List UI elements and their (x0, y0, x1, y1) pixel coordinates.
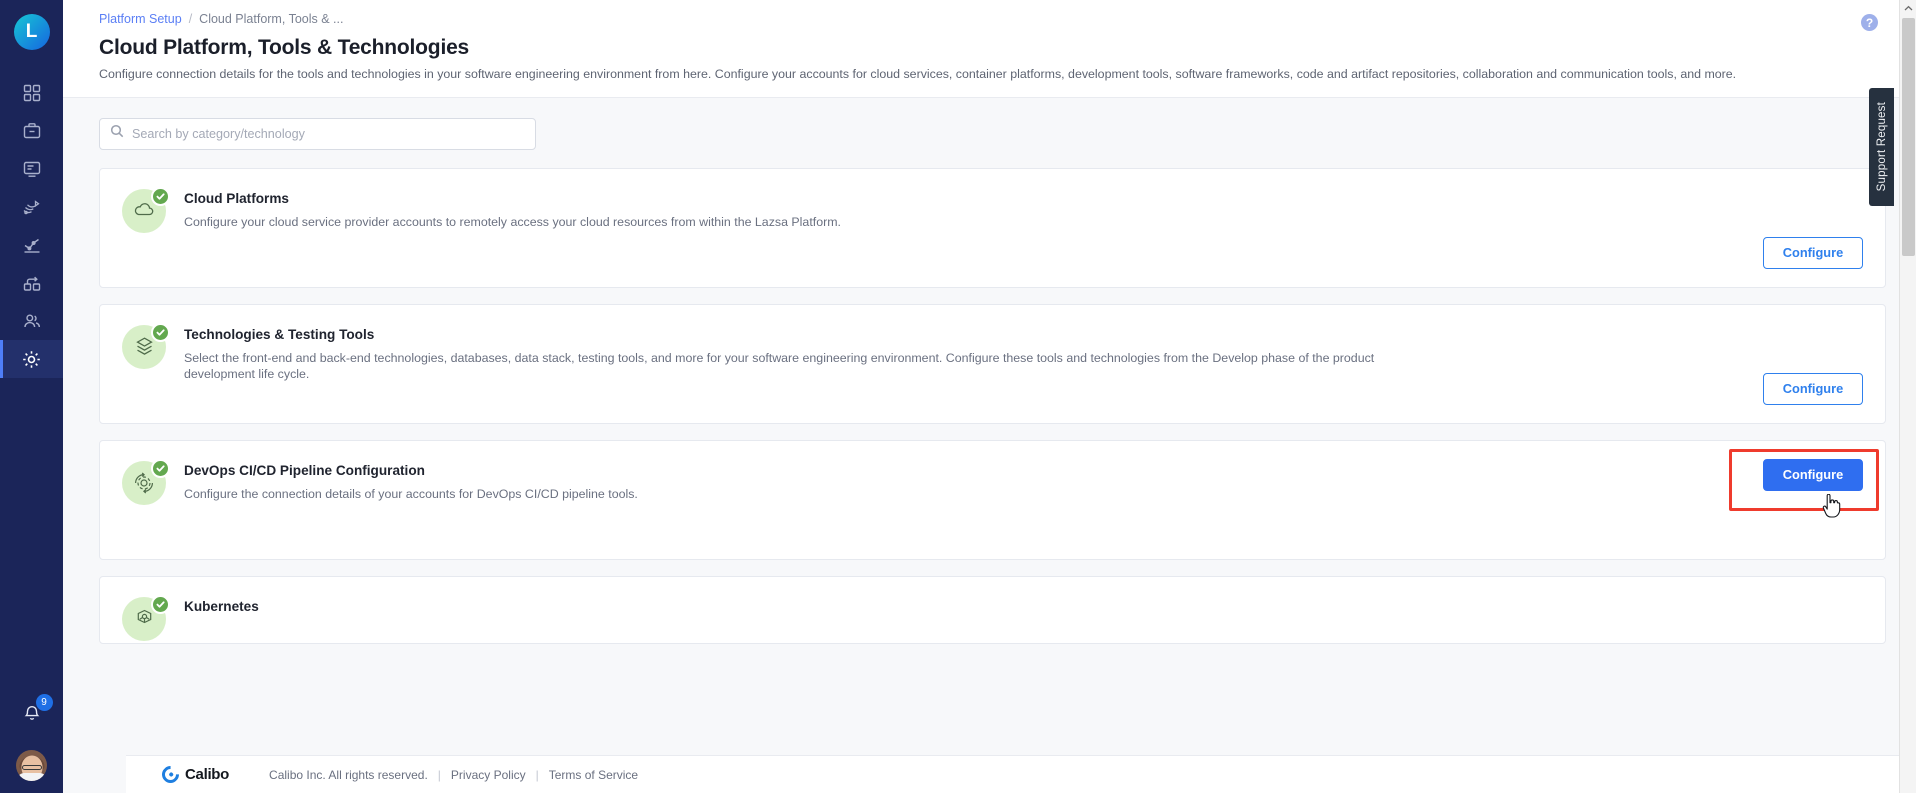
sidebar-nav (0, 74, 63, 378)
search-box[interactable] (99, 117, 536, 150)
card-text: DevOps CI/CD Pipeline Configuration Conf… (184, 461, 1863, 503)
page-description: Configure connection details for the too… (99, 67, 1737, 81)
sidebar-bottom: 9 (0, 694, 63, 781)
app-logo[interactable]: L (13, 14, 50, 50)
card-action: Configure (1763, 372, 1863, 405)
card-title: Kubernetes (184, 598, 259, 614)
configure-button-cloud-platforms[interactable]: Configure (1763, 236, 1863, 269)
footer-divider-1: | (437, 767, 441, 782)
sidebar: L 9 (0, 0, 63, 793)
category-card-list: Cloud Platforms Configure your cloud ser… (99, 167, 1886, 644)
card-kubernetes: Kubernetes (99, 575, 1886, 644)
footer: Calibo Calibo Inc. All rights reserved. … (126, 755, 1916, 793)
card-icon-wrap (122, 322, 170, 371)
data-flow-icon (21, 197, 42, 218)
status-check-icon (151, 594, 170, 614)
card-text: Cloud Platforms Configure your cloud ser… (184, 189, 1863, 231)
sidebar-item-board[interactable] (0, 150, 63, 188)
users-icon (22, 311, 42, 331)
page-title: Cloud Platform, Tools & Technologies (99, 36, 470, 59)
card-action: Configure (1763, 458, 1863, 491)
sidebar-item-analytics[interactable] (0, 226, 63, 264)
breadcrumb-separator: / (188, 12, 193, 26)
scrollbar-thumb[interactable] (1902, 18, 1915, 256)
card-title: Technologies & Testing Tools (184, 326, 375, 342)
avatar[interactable] (16, 750, 47, 781)
card-description: Select the front-end and back-end techno… (184, 350, 1375, 382)
calibo-logo: Calibo (158, 762, 230, 787)
status-check-icon (151, 186, 170, 206)
content-area: Cloud Platforms Configure your cloud ser… (63, 97, 1916, 793)
briefcase-icon (22, 121, 42, 141)
card-action: Configure (1763, 236, 1863, 269)
footer-links: Calibo Inc. All rights reserved. | Priva… (269, 768, 638, 782)
footer-copyright: Calibo Inc. All rights reserved. (269, 767, 428, 782)
sidebar-item-users[interactable] (0, 302, 63, 340)
terms-of-service-link[interactable]: Terms of Service (549, 768, 638, 782)
integration-icon (22, 273, 42, 293)
sidebar-item-integrations[interactable] (0, 264, 63, 302)
card-description: Configure your cloud service provider ac… (184, 214, 841, 229)
status-check-icon (151, 458, 170, 478)
breadcrumb-current: Cloud Platform, Tools & ... (199, 12, 344, 26)
card-description: Configure the connection details of your… (184, 486, 638, 501)
breadcrumb: Platform Setup / Cloud Platform, Tools &… (99, 12, 1886, 26)
breadcrumb-parent-link[interactable]: Platform Setup (99, 12, 182, 26)
card-text: Kubernetes (184, 597, 1863, 622)
page-header: Platform Setup / Cloud Platform, Tools &… (63, 0, 1916, 98)
sidebar-item-portfolio[interactable] (0, 112, 63, 150)
avatar-shirt (16, 773, 47, 781)
privacy-policy-link[interactable]: Privacy Policy (451, 768, 526, 782)
support-request-tab[interactable]: Support Request (1869, 88, 1894, 206)
avatar-glasses (21, 764, 42, 770)
search-row (99, 98, 1886, 150)
sidebar-item-settings[interactable] (0, 340, 63, 378)
card-title: DevOps CI/CD Pipeline Configuration (184, 462, 425, 478)
card-icon-wrap (122, 458, 170, 507)
gear-icon (21, 349, 42, 370)
calibo-logo-text: Calibo (185, 766, 230, 783)
footer-divider-2: | (535, 767, 539, 782)
notifications-button[interactable]: 9 (15, 694, 53, 732)
search-icon (110, 124, 124, 143)
support-request-label: Support Request (1875, 102, 1888, 192)
page-scrollbar[interactable] (1899, 0, 1916, 793)
sidebar-item-dashboard[interactable] (0, 74, 63, 112)
card-cloud-platforms: Cloud Platforms Configure your cloud ser… (99, 167, 1886, 288)
sidebar-item-data-pipeline[interactable] (0, 188, 63, 226)
main-content: Platform Setup / Cloud Platform, Tools &… (63, 0, 1916, 793)
card-title: Cloud Platforms (184, 190, 289, 206)
card-icon-wrap (122, 186, 170, 235)
notification-count-badge: 9 (35, 694, 53, 711)
card-icon-wrap (122, 594, 170, 643)
search-input[interactable] (132, 118, 525, 149)
configure-button-technologies-testing-tools[interactable]: Configure (1763, 372, 1863, 405)
analytics-icon (22, 235, 42, 255)
app-root: L 9 Platform Setup / Cloud Platform, Too… (0, 0, 1916, 793)
card-technologies-testing-tools: Technologies & Testing Tools Select the … (99, 303, 1886, 424)
card-devops-cicd-pipeline: DevOps CI/CD Pipeline Configuration Conf… (99, 439, 1886, 560)
configure-button-devops-cicd-pipeline[interactable]: Configure (1763, 458, 1863, 491)
scroll-up-arrow-icon[interactable] (1900, 0, 1916, 17)
help-icon[interactable]: ? (1861, 14, 1878, 31)
calibo-logo-mark (158, 762, 183, 787)
status-check-icon (151, 322, 170, 342)
card-text: Technologies & Testing Tools Select the … (184, 325, 1863, 383)
grid-icon (22, 83, 42, 103)
board-icon (22, 159, 42, 179)
